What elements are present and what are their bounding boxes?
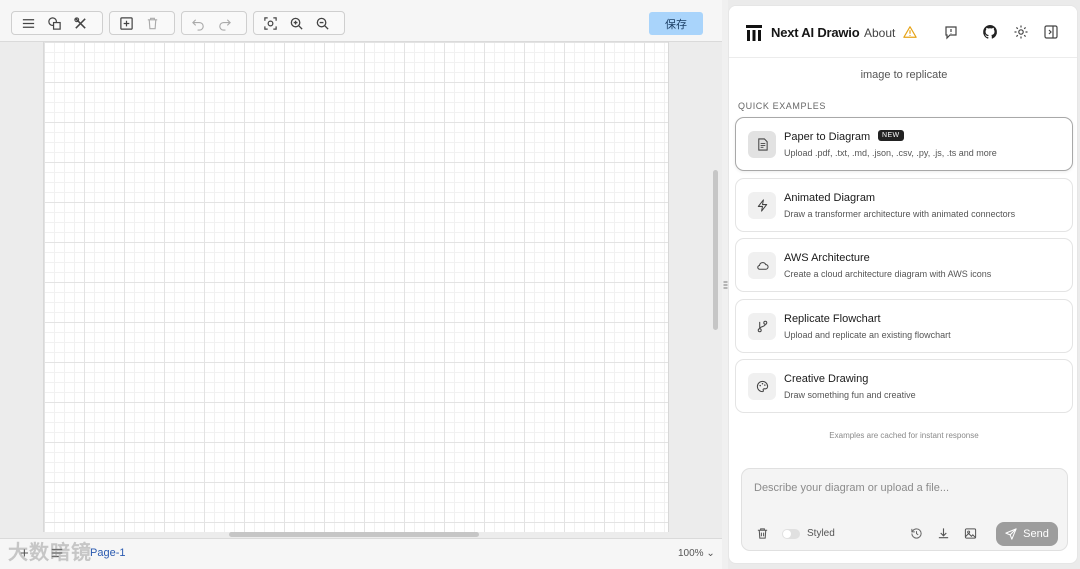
toolbar-group-zoom [253, 11, 345, 35]
zoom-in-icon [290, 17, 303, 30]
card-title: Paper to Diagram [784, 131, 871, 143]
editor-toolbar: 保存 [0, 0, 722, 42]
about-link[interactable]: About [864, 26, 895, 40]
composer-toolbar: Styled Send [742, 519, 1069, 549]
card-desc: Upload .pdf, .txt, .md, .json, .csv, .py… [784, 148, 997, 158]
file-text-icon [757, 138, 768, 151]
styled-toggle[interactable] [782, 529, 800, 539]
chat-scroll-area[interactable]: image to replicate QUICK EXAMPLES Paper … [729, 58, 1077, 466]
new-badge: NEW [878, 130, 904, 141]
vertical-scrollbar[interactable] [713, 170, 718, 330]
diagram-page-grid[interactable] [43, 42, 669, 532]
send-label: Send [1023, 528, 1049, 540]
github-icon[interactable] [982, 24, 998, 40]
hint-clipped-line [729, 58, 1077, 62]
prompt-input[interactable] [754, 479, 1054, 497]
card-icon-box [748, 192, 776, 219]
warning-icon[interactable] [903, 25, 917, 39]
trash-icon [147, 17, 157, 29]
save-button[interactable]: 保存 [649, 12, 703, 35]
feedback-icon[interactable] [943, 24, 959, 40]
example-card-replicate-flowchart[interactable]: Replicate Flowchart Upload and replicate… [735, 299, 1073, 353]
zap-icon [757, 199, 767, 212]
card-desc: Draw a transformer architecture with ani… [784, 209, 1016, 219]
app-logo-icon [746, 25, 762, 41]
fit-button[interactable] [258, 13, 282, 33]
cloud-icon [756, 262, 769, 270]
palette-icon [756, 380, 768, 393]
card-desc: Upload and replicate an existing flowcha… [784, 330, 951, 340]
panel-collapse-icon[interactable] [1043, 24, 1059, 40]
section-label: QUICK EXAMPLES [738, 101, 826, 111]
card-icon-box [748, 313, 776, 340]
chat-header: Next AI Drawio About [729, 6, 1077, 58]
shapes-icon [47, 16, 61, 30]
shapes-button[interactable] [42, 13, 66, 33]
redo-icon [218, 18, 231, 31]
app-root: 保存 + Page-1 100% ⌄ 大数暗镜 Next AI Drawio A… [0, 0, 1080, 569]
image-upload-icon[interactable] [964, 527, 977, 540]
toolbar-group-view [11, 11, 103, 35]
zoom-in-button[interactable] [284, 13, 308, 33]
chevron-down-icon: ⌄ [706, 548, 715, 559]
diagram-canvas-area[interactable] [0, 42, 722, 540]
card-title: Creative Drawing [784, 373, 869, 385]
card-title: AWS Architecture [784, 252, 870, 264]
format-button[interactable] [68, 13, 92, 33]
page-tab[interactable]: Page-1 [90, 547, 125, 559]
undo-button[interactable] [186, 13, 210, 33]
history-icon[interactable] [910, 527, 923, 540]
gear-icon[interactable] [1013, 24, 1029, 40]
card-desc: Create a cloud architecture diagram with… [784, 269, 992, 279]
fit-screen-icon [263, 16, 277, 30]
chat-panel: Next AI Drawio About image to replicate … [728, 5, 1078, 564]
toolbar-group-edit [109, 11, 175, 35]
cache-note: Examples are cached for instant response [829, 431, 979, 440]
undo-icon [191, 18, 204, 31]
zoom-value: 100% [678, 548, 704, 559]
zoom-out-icon [316, 17, 329, 30]
styled-label: Styled [807, 528, 835, 539]
card-desc: Draw something fun and creative [784, 390, 916, 400]
redo-button[interactable] [212, 13, 236, 33]
card-title: Replicate Flowchart [784, 313, 881, 325]
horizontal-scrollbar[interactable] [229, 532, 479, 537]
example-card-creative-drawing[interactable]: Creative Drawing Draw something fun and … [735, 359, 1073, 413]
zoom-out-button[interactable] [310, 13, 334, 33]
example-card-animated-diagram[interactable]: Animated Diagram Draw a transformer arch… [735, 178, 1073, 232]
page-status-bar: + Page-1 100% ⌄ [0, 538, 722, 569]
card-icon-box [748, 373, 776, 400]
example-card-paper-to-diagram[interactable]: Paper to Diagram NEW Upload .pdf, .txt, … [735, 117, 1073, 171]
menu-icon [22, 18, 34, 28]
card-title: Animated Diagram [784, 192, 876, 204]
example-card-aws-architecture[interactable]: AWS Architecture Create a cloud architec… [735, 238, 1073, 292]
card-icon-box [748, 131, 776, 158]
send-icon [1005, 528, 1017, 540]
plus-square-icon [119, 16, 133, 30]
card-icon-box [748, 252, 776, 279]
message-composer: Styled Send [741, 468, 1068, 551]
watermark: 大数暗镜 [8, 540, 92, 564]
trash-icon[interactable] [756, 527, 769, 540]
download-icon[interactable] [937, 527, 950, 540]
hint-text: image to replicate [860, 69, 948, 81]
send-button[interactable]: Send [996, 522, 1058, 546]
zoom-level[interactable]: 100% ⌄ [678, 548, 715, 559]
toolbar-group-history [181, 11, 247, 35]
diagram-editor: 保存 + Page-1 100% ⌄ 大数暗镜 [0, 0, 722, 569]
app-title: Next AI Drawio [771, 25, 860, 40]
tools-icon [73, 16, 86, 29]
git-branch-icon [757, 320, 767, 333]
delete-button[interactable] [140, 13, 164, 33]
insert-button[interactable] [114, 13, 138, 33]
menu-button[interactable] [16, 13, 40, 33]
